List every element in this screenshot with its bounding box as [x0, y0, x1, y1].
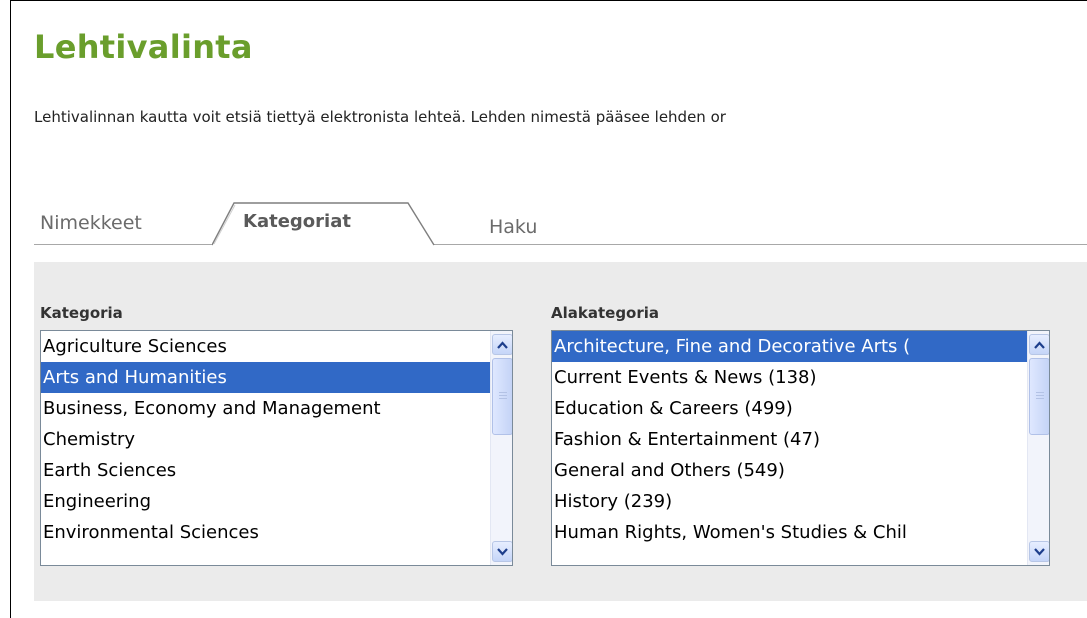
grip-icon	[498, 392, 507, 401]
tab-kategoriat[interactable]: Kategoriat	[243, 211, 351, 232]
category-label: Kategoria	[40, 304, 123, 322]
subcategory-option[interactable]: History (239)	[552, 486, 1049, 517]
tab-haku[interactable]: Haku	[489, 216, 537, 238]
tab-baseline	[34, 244, 1087, 245]
window-frame-left	[10, 0, 11, 618]
category-option[interactable]: Engineering	[41, 486, 512, 517]
scroll-up-button[interactable]	[492, 334, 512, 355]
chevron-up-icon	[497, 340, 508, 349]
scroll-down-button[interactable]	[492, 541, 512, 562]
subcategory-scrollbar[interactable]	[1027, 331, 1049, 565]
subcategory-option[interactable]: Human Rights, Women's Studies & Chil	[552, 517, 1049, 548]
subcategory-option[interactable]: Current Events & News (138)	[552, 362, 1049, 393]
chevron-up-icon	[1034, 340, 1045, 349]
category-option[interactable]: Business, Economy and Management	[41, 393, 512, 424]
scroll-down-button[interactable]	[1029, 541, 1049, 562]
subcategory-options: Architecture, Fine and Decorative Arts (…	[552, 331, 1049, 548]
grip-icon	[1035, 392, 1044, 401]
category-option[interactable]: Agriculture Sciences	[41, 331, 512, 362]
category-options: Agriculture Sciences Arts and Humanities…	[41, 331, 512, 548]
page-title: Lehtivalinta	[34, 28, 253, 66]
subcategory-option[interactable]: Education & Careers (499)	[552, 393, 1049, 424]
category-option[interactable]: Earth Sciences	[41, 455, 512, 486]
subcategory-option[interactable]: Architecture, Fine and Decorative Arts (	[552, 331, 1049, 362]
chevron-down-icon	[1034, 547, 1045, 556]
chevron-down-icon	[497, 547, 508, 556]
scroll-thumb[interactable]	[1029, 358, 1049, 435]
subcategory-option[interactable]: General and Others (549)	[552, 455, 1049, 486]
category-option[interactable]: Chemistry	[41, 424, 512, 455]
tab-nimekkeet[interactable]: Nimekkeet	[40, 212, 142, 234]
tab-bar: Nimekkeet Kategoriat Haku	[34, 200, 1087, 246]
category-option[interactable]: Arts and Humanities	[41, 362, 512, 393]
intro-text: Lehtivalinnan kautta voit etsiä tiettyä …	[34, 108, 726, 126]
subcategory-listbox[interactable]: Architecture, Fine and Decorative Arts (…	[551, 330, 1050, 566]
scroll-up-button[interactable]	[1029, 334, 1049, 355]
category-panel: Kategoria Agriculture Sciences Arts and …	[34, 262, 1087, 601]
scroll-thumb[interactable]	[492, 358, 512, 435]
category-option[interactable]: Environmental Sciences	[41, 517, 512, 548]
subcategory-option[interactable]: Fashion & Entertainment (47)	[552, 424, 1049, 455]
category-listbox[interactable]: Agriculture Sciences Arts and Humanities…	[40, 330, 513, 566]
category-scrollbar[interactable]	[490, 331, 512, 565]
subcategory-label: Alakategoria	[551, 304, 660, 322]
window-frame-top	[10, 0, 1087, 1]
